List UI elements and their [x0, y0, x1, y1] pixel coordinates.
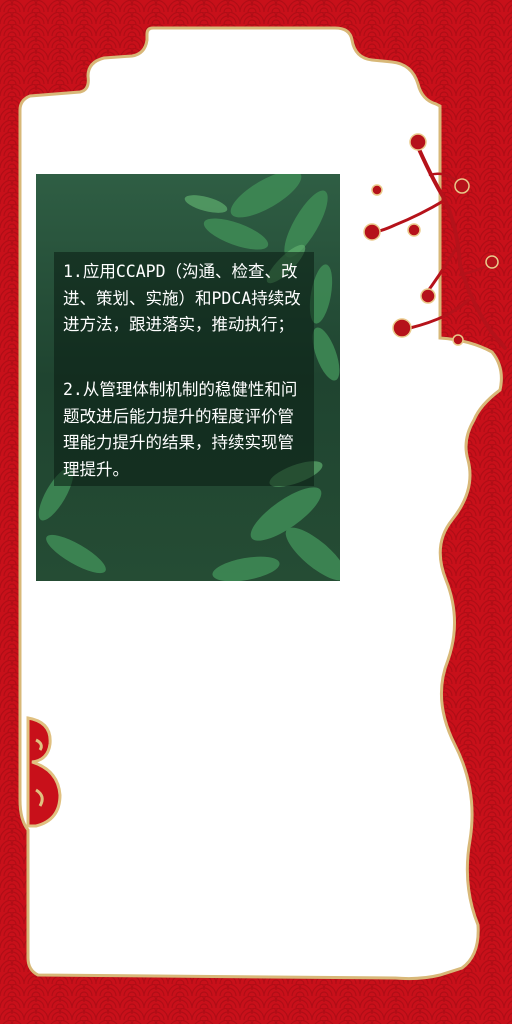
paragraph-2: 2.从管理体制机制的稳健性和问题改进后能力提升的程度评价管理能力提升的结果，持续… — [63, 380, 298, 479]
paragraph-1: 1.应用CCAPD（沟通、检查、改进、策划、实施）和PDCA持续改进方法，跟进落… — [63, 262, 301, 334]
